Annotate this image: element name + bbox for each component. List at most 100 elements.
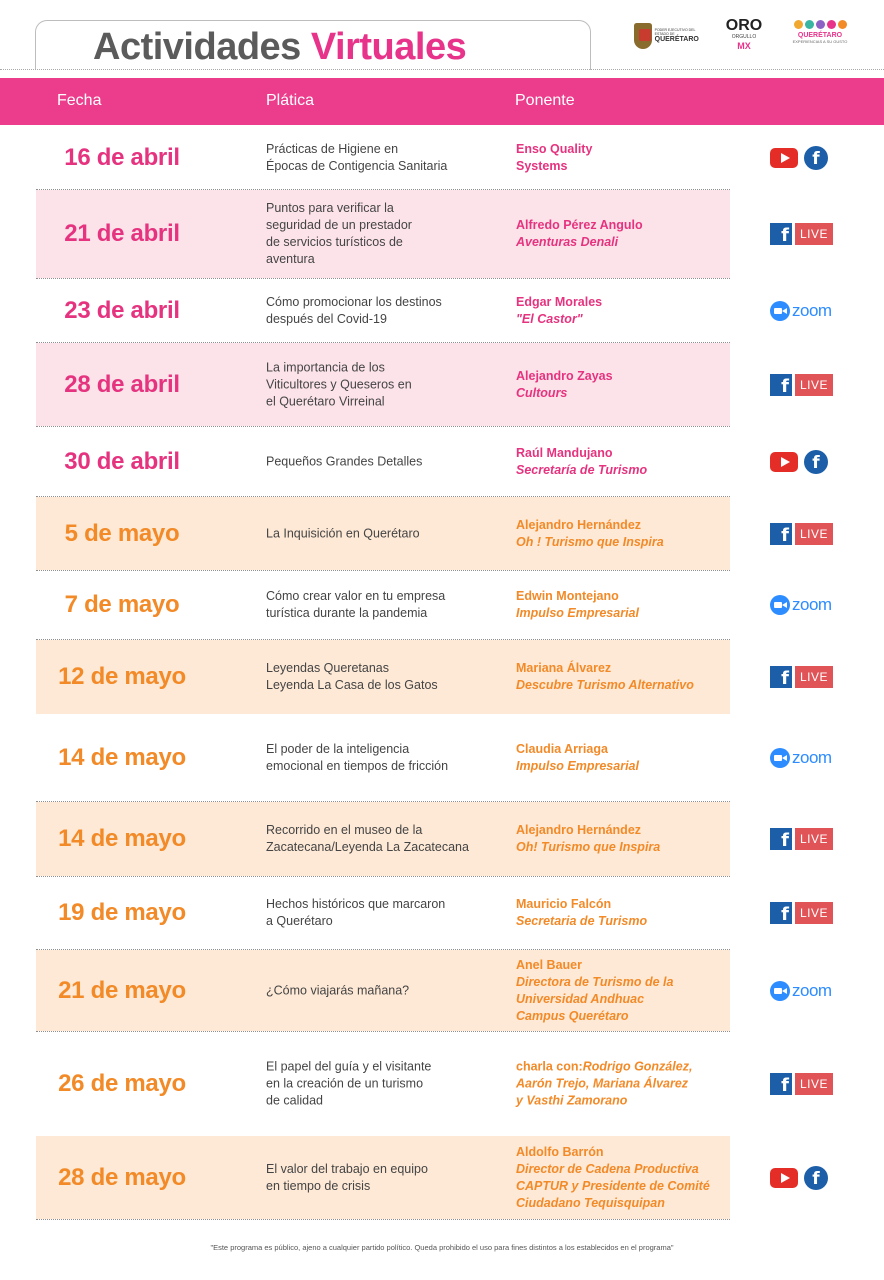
event-date: 14 de mayo bbox=[58, 825, 186, 852]
event-date: 28 de mayo bbox=[58, 1163, 186, 1191]
logo-q-line2: EXPERIENCIAS A SU GUSTO bbox=[792, 39, 848, 44]
live-badge[interactable]: LIVE bbox=[795, 666, 834, 688]
speaker-info: Claudia Arriaga Impulso Empresarial bbox=[516, 741, 730, 775]
table-row: 14 de mayo Recorrido en el museo de la Za… bbox=[36, 802, 730, 877]
youtube-icon[interactable] bbox=[770, 451, 798, 472]
speaker-organization: Impulso Empresarial bbox=[516, 759, 639, 773]
speaker-organization: "El Castor" bbox=[516, 311, 583, 326]
speaker-organization: Secretaria de Turismo bbox=[516, 914, 648, 928]
table-row: 21 de abril Puntos para verificar la segu… bbox=[36, 190, 730, 279]
table-header: Fecha Plática Ponente bbox=[0, 78, 884, 125]
speaker-info: Edgar Morales "El Castor" bbox=[516, 294, 730, 328]
zoom-camera-icon bbox=[770, 980, 790, 1001]
queretaro-gobierno-logo: PODER EJECUTIVO DEL ESTADO DE QUERÉTARO bbox=[634, 18, 704, 54]
event-date: 5 de mayo bbox=[64, 519, 180, 547]
talk-title: El poder de la inteligencia emocional en… bbox=[266, 742, 449, 773]
facebook-icon[interactable]: f bbox=[804, 1165, 828, 1190]
speaker-organization: Cultours bbox=[516, 385, 568, 400]
platform-icons: zoom bbox=[770, 592, 832, 618]
live-badge[interactable]: LIVE bbox=[795, 223, 834, 245]
event-date: 21 de abril bbox=[64, 220, 180, 247]
speaker-organization: Director de Cadena Productiva CAPTUR y P… bbox=[516, 1161, 710, 1210]
speaker-organization: Descubre Turismo Alternativo bbox=[516, 678, 694, 692]
talk-title: La importancia de los Viticultores y Que… bbox=[266, 360, 412, 408]
speaker-info: Edwin Montejano Impulso Empresarial bbox=[516, 588, 730, 622]
table-row: 14 de mayo El poder de la inteligencia em… bbox=[36, 715, 730, 802]
speaker-name: Alfredo Pérez Angulo bbox=[516, 218, 643, 232]
facebook-icon[interactable]: f bbox=[770, 902, 792, 924]
facebook-icon[interactable]: f bbox=[804, 146, 828, 170]
platform-icons: f bbox=[770, 449, 828, 475]
speaker-info: Alejandro Hernández Oh! Turismo que Inspi… bbox=[516, 822, 730, 856]
event-date: 30 de abril bbox=[64, 447, 180, 475]
speaker-info: Anel Bauer Directora de Turismo de la Uni… bbox=[516, 957, 730, 1025]
platform-icons: f LIVE bbox=[770, 221, 834, 247]
zoom-camera-icon bbox=[770, 300, 790, 321]
speaker-organization: Secretaría de Turismo bbox=[516, 462, 648, 477]
facebook-icon[interactable]: f bbox=[770, 666, 792, 688]
table-row: 30 de abril Pequeños Grandes Detalles Raúl… bbox=[36, 427, 730, 497]
facebook-icon[interactable]: f bbox=[770, 522, 792, 545]
table-row: 26 de mayo El papel del guía y el visitan… bbox=[36, 1032, 730, 1135]
platform-icons: f bbox=[770, 145, 828, 171]
speaker-organization: Oh! Turismo que Inspira bbox=[516, 840, 661, 854]
speaker-name: Mariana Álvarez bbox=[516, 661, 612, 675]
youtube-icon[interactable] bbox=[770, 148, 798, 168]
title-word-virtuales: Virtuales bbox=[310, 26, 467, 68]
logo-q-line1: QUERÉTARO bbox=[797, 32, 843, 39]
platform-icons: f LIVE bbox=[770, 521, 834, 547]
speaker-name: Alejandro Zayas bbox=[516, 368, 613, 383]
speaker-name: Edwin Montejano bbox=[516, 589, 619, 603]
zoom-wordmark: zoom bbox=[792, 748, 832, 767]
live-badge[interactable]: LIVE bbox=[795, 373, 834, 396]
logo-qro-line2: QUERÉTARO bbox=[654, 36, 699, 43]
event-date: 12 de mayo bbox=[58, 663, 186, 690]
facebook-icon[interactable]: f bbox=[770, 223, 792, 245]
talk-title: El valor del trabajo en equipo en tiempo… bbox=[266, 1161, 428, 1193]
live-badge[interactable]: LIVE bbox=[795, 902, 834, 924]
speaker-info: Alejandro Zayas Cultours bbox=[516, 368, 730, 402]
zoom-icon[interactable]: zoom bbox=[770, 300, 832, 321]
talk-title: Prácticas de Higiene en Épocas de Contig… bbox=[266, 142, 448, 173]
facebook-icon[interactable]: f bbox=[770, 373, 792, 396]
facebook-icon[interactable]: f bbox=[770, 1072, 792, 1095]
title-word-actividades: Actividades bbox=[93, 26, 301, 68]
speaker-name: Claudia Arriaga bbox=[516, 742, 608, 756]
talk-title: Puntos para verificar la seguridad de un… bbox=[266, 201, 412, 266]
table-row: 19 de mayo Hechos históricos que marcaron… bbox=[36, 877, 730, 950]
table-row: 7 de mayo Cómo crear valor en tu empresa … bbox=[36, 571, 730, 640]
speaker-info: Mauricio Falcón Secretaria de Turismo bbox=[516, 896, 730, 930]
facebook-icon[interactable]: f bbox=[804, 449, 828, 474]
platform-icons: f LIVE bbox=[770, 826, 834, 852]
table-row: 23 de abril Cómo promocionar los destinos… bbox=[36, 279, 730, 343]
platform-icons: f LIVE bbox=[770, 372, 834, 398]
logo-oro-line1: ORO bbox=[725, 17, 763, 34]
speaker-name: Edgar Morales bbox=[516, 294, 603, 309]
table-row: 28 de mayo El valor del trabajo en equipo… bbox=[36, 1136, 730, 1220]
platform-icons: f LIVE bbox=[770, 900, 834, 926]
queretaro-turismo-logo: QUERÉTARO EXPERIENCIAS A SU GUSTO bbox=[792, 18, 848, 54]
table-row: 5 de mayo La Inquisición en Querétaro Alej… bbox=[36, 497, 730, 571]
logo-oro-line3: MX bbox=[737, 41, 751, 51]
platform-icons: zoom bbox=[770, 978, 832, 1004]
event-date: 23 de abril bbox=[64, 296, 180, 324]
event-date: 16 de abril bbox=[64, 144, 180, 171]
zoom-icon[interactable]: zoom bbox=[770, 748, 832, 768]
zoom-wordmark: zoom bbox=[792, 595, 832, 614]
header-divider bbox=[0, 69, 884, 70]
oro-orgullo-mx-logo: ORO ORGULLO MX bbox=[724, 18, 764, 54]
speaker-name: Alejandro Hernández bbox=[516, 517, 642, 532]
live-badge[interactable]: LIVE bbox=[795, 522, 834, 545]
facebook-icon[interactable]: f bbox=[770, 828, 792, 850]
zoom-camera-icon bbox=[770, 595, 790, 615]
speaker-name: Aldolfo Barrón bbox=[516, 1144, 604, 1159]
live-badge[interactable]: LIVE bbox=[795, 828, 834, 850]
youtube-icon[interactable] bbox=[770, 1167, 798, 1188]
zoom-icon[interactable]: zoom bbox=[770, 595, 832, 615]
zoom-wordmark: zoom bbox=[792, 300, 832, 320]
zoom-icon[interactable]: zoom bbox=[770, 980, 832, 1001]
coat-of-arms-icon bbox=[634, 23, 652, 49]
live-badge[interactable]: LIVE bbox=[795, 1072, 834, 1095]
speaker-organization: Oh ! Turismo que Inspira bbox=[516, 534, 664, 549]
speaker-name: Anel Bauer bbox=[516, 957, 582, 972]
